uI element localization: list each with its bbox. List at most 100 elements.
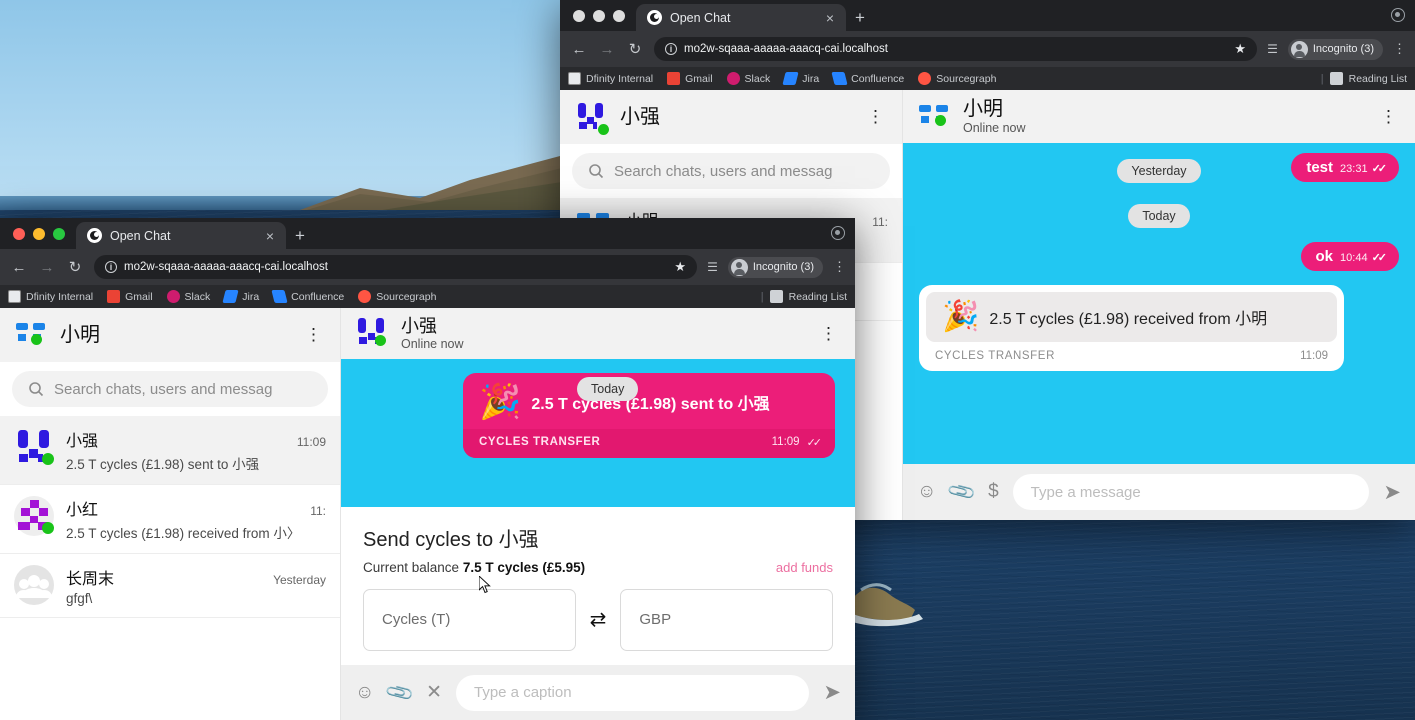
bookmark-item-dfinity[interactable]: Dfinity Internal — [568, 72, 653, 85]
browser-menu-icon[interactable]: ⋮ — [833, 259, 846, 275]
cycles-transfer-card[interactable]: 🎉 2.5 T cycles (£1.98) received from 小明 … — [919, 285, 1344, 371]
bookmark-item-slack[interactable]: Slack — [726, 72, 770, 85]
close-window-button[interactable] — [13, 228, 25, 240]
back-icon[interactable]: ← — [10, 259, 28, 276]
bookmark-label: Confluence — [851, 72, 905, 85]
profile-chip[interactable]: Incognito (3) — [727, 256, 823, 278]
close-tab-icon[interactable]: × — [822, 9, 838, 27]
message-row: ok 10:44 ✓✓ — [919, 242, 1399, 271]
back-icon[interactable]: ← — [570, 41, 588, 58]
address-bar[interactable]: i mo2w-sqaaa-aaaaa-aaacq-cai.localhost ★ — [654, 37, 1258, 61]
chat-item-top: 长周末 Yesterday — [66, 565, 326, 589]
sidebar-user-name: 小强 — [620, 105, 660, 128]
extensions-icon[interactable]: ☰ — [707, 260, 718, 274]
bookmark-star-icon[interactable]: ★ — [1234, 41, 1246, 57]
chat-item-top: 小红 11: — [66, 496, 326, 520]
message-time: 10:44 — [1340, 252, 1368, 264]
browser-tab[interactable]: Open Chat × — [76, 222, 286, 249]
address-bar[interactable]: i mo2w-sqaaa-aaaaa-aaacq-cai.localhost ★ — [94, 255, 698, 279]
new-tab-icon[interactable]: + — [295, 227, 305, 244]
window-collapse-icon[interactable] — [831, 226, 845, 240]
maximize-window-button[interactable] — [613, 10, 625, 22]
minimize-window-button[interactable] — [33, 228, 45, 240]
reload-icon[interactable]: ↻ — [66, 258, 84, 276]
sidebar-user-name: 小明 — [60, 323, 100, 346]
message-list: Yesterday test 23:31 ✓✓ Today ok 10:44 ✓✓ — [903, 143, 1415, 464]
sidebar-menu-icon[interactable]: ⋮ — [301, 326, 326, 344]
send-button[interactable]: ➤ — [823, 680, 841, 705]
sidebar-header: 小强 ⋮ — [560, 90, 902, 144]
attachment-icon[interactable]: 📎 — [946, 475, 979, 508]
cycles-transfer-card[interactable]: 🎉 2.5 T cycles (£1.98) sent to 小强 CYCLES… — [463, 372, 835, 458]
foreground-browser-window[interactable]: Open Chat × + ← → ↻ i mo2w-sqaaa-aaaaa-a… — [0, 218, 855, 720]
url-text: mo2w-sqaaa-aaaaa-aaacq-cai.localhost — [124, 261, 328, 273]
close-window-button[interactable] — [573, 10, 585, 22]
message-bubble[interactable]: ok 10:44 ✓✓ — [1300, 242, 1399, 271]
reload-icon[interactable]: ↻ — [626, 40, 644, 58]
chat-list-item[interactable]: 小红 11: 2.5 T cycles (£1.98) received fro… — [0, 485, 340, 554]
chat-header: 小明 Online now ⋮ — [903, 90, 1415, 143]
cycles-placeholder: Cycles (T) — [382, 611, 451, 629]
chat-contact-status: Online now — [963, 121, 1026, 135]
chat-sidebar: 小明 ⋮ Search chats, users and messag 小强 1… — [0, 308, 341, 720]
chat-list-item[interactable]: 长周末 Yesterday gfgf\ — [0, 554, 340, 618]
chat-list-item[interactable]: 小强 11:09 2.5 T cycles (£1.98) sent to 小强 — [0, 416, 340, 485]
site-info-icon[interactable]: i — [665, 43, 677, 55]
search-input[interactable]: Search chats, users and messag — [572, 153, 890, 189]
avatar[interactable] — [574, 100, 609, 135]
bookmark-item-gmail[interactable]: Gmail — [107, 290, 153, 303]
window-collapse-icon[interactable] — [1391, 8, 1405, 22]
close-tab-icon[interactable]: × — [262, 227, 278, 245]
avatar[interactable] — [917, 100, 951, 134]
reading-list-button[interactable]: | Reading List — [1321, 72, 1407, 85]
slack-icon — [166, 290, 180, 303]
emoji-icon[interactable]: ☺ — [917, 481, 936, 503]
search-input[interactable]: Search chats, users and messag — [12, 371, 328, 407]
gbp-placeholder: GBP — [639, 611, 672, 629]
message-bubble[interactable]: test 23:31 ✓✓ — [1291, 153, 1399, 182]
bookmark-item-jira[interactable]: Jira — [782, 72, 819, 85]
bookmark-item-sourcegraph[interactable]: Sourcegraph — [358, 290, 436, 303]
send-button[interactable]: ➤ — [1383, 480, 1401, 505]
browser-tab[interactable]: Open Chat × — [636, 4, 846, 31]
bookmark-item-confluence[interactable]: Confluence — [271, 290, 344, 303]
add-funds-link[interactable]: add funds — [776, 560, 833, 575]
bookmark-item-jira[interactable]: Jira — [222, 290, 259, 303]
bookmark-item-sourcegraph[interactable]: Sourcegraph — [918, 72, 996, 85]
bookmark-item-confluence[interactable]: Confluence — [831, 72, 905, 85]
extensions-icon[interactable]: ☰ — [1267, 42, 1278, 56]
browser-menu-icon[interactable]: ⋮ — [1393, 41, 1406, 57]
forward-icon[interactable]: → — [598, 41, 616, 58]
swap-currency-icon[interactable]: ⇄ — [590, 607, 607, 632]
window-traffic-lights[interactable] — [0, 228, 76, 249]
caption-input[interactable]: Type a caption — [456, 674, 810, 711]
maximize-window-button[interactable] — [53, 228, 65, 240]
attachment-icon[interactable]: 📎 — [384, 676, 417, 709]
forward-icon[interactable]: → — [38, 259, 56, 276]
site-info-icon[interactable]: i — [105, 261, 117, 273]
divider: | — [760, 290, 764, 303]
reading-list-button[interactable]: | Reading List — [761, 290, 847, 303]
gbp-amount-input[interactable]: GBP — [620, 588, 834, 651]
emoji-icon[interactable]: ☺ — [355, 682, 374, 704]
message-input[interactable]: Type a message — [1012, 474, 1370, 510]
chat-menu-icon[interactable]: ⋮ — [1376, 108, 1401, 126]
transfer-text: 2.5 T cycles (£1.98) received from 小明 — [989, 311, 1268, 328]
sidebar-menu-icon[interactable]: ⋮ — [863, 108, 888, 126]
send-cycles-icon[interactable]: $ — [988, 481, 999, 503]
cancel-icon[interactable]: ✕ — [426, 681, 442, 704]
bookmark-star-icon[interactable]: ★ — [674, 259, 686, 275]
cycles-amount-input[interactable]: Cycles (T) — [363, 588, 576, 651]
bookmark-item-dfinity[interactable]: Dfinity Internal — [8, 290, 93, 303]
bookmark-item-slack[interactable]: Slack — [166, 290, 210, 303]
chat-item-name: 小强 — [66, 433, 99, 450]
bookmark-item-gmail[interactable]: Gmail — [667, 72, 713, 85]
message-row: 🎉 2.5 T cycles (£1.98) sent to 小强 CYCLES… — [361, 372, 835, 463]
minimize-window-button[interactable] — [593, 10, 605, 22]
avatar[interactable] — [355, 316, 389, 350]
new-tab-icon[interactable]: + — [855, 9, 865, 26]
profile-chip[interactable]: Incognito (3) — [1287, 38, 1383, 60]
avatar[interactable] — [14, 318, 48, 352]
chat-menu-icon[interactable]: ⋮ — [816, 324, 841, 342]
window-traffic-lights[interactable] — [560, 10, 636, 31]
